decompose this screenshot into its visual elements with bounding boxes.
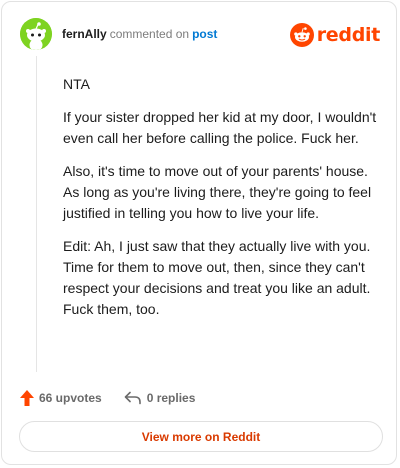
comment-paragraph: If your sister dropped her kid at my doo…: [63, 109, 377, 146]
comment-body: NTA If your sister dropped her kid at my …: [63, 74, 381, 332]
comment-action-text: commented on: [109, 27, 190, 41]
upvote-arrow-icon: [20, 390, 34, 406]
username-link[interactable]: fernAlly: [62, 27, 107, 41]
post-link[interactable]: post: [192, 27, 217, 41]
comment-paragraph: Edit: Ah, I just saw that they actually …: [63, 238, 371, 317]
reddit-wordmark: reddit: [316, 24, 381, 46]
comment-paragraph: Also, it's time to move out of your pare…: [63, 163, 372, 221]
upvote-count: 66 upvotes: [39, 391, 102, 405]
reddit-snoo-logo-icon: [289, 23, 314, 47]
comment-actions: 66 upvotes 0 replies: [20, 387, 195, 409]
reply-button[interactable]: 0 replies: [124, 391, 196, 405]
comment-meta: fernAlly commented on post: [62, 27, 217, 41]
view-more-button[interactable]: View more on Reddit: [19, 421, 383, 452]
thread-line: [36, 56, 37, 372]
reply-arrow-icon: [124, 391, 141, 405]
comment-header: fernAlly commented on post reddit: [20, 18, 380, 54]
comment-card: fernAlly commented on post reddit NTA If yo…: [1, 1, 397, 465]
reddit-logo[interactable]: reddit: [289, 22, 381, 48]
comment-paragraph: NTA: [63, 76, 90, 92]
upvote-button[interactable]: 66 upvotes: [20, 390, 102, 406]
snoo-avatar-icon[interactable]: [20, 18, 52, 50]
reply-count: 0 replies: [146, 391, 196, 405]
